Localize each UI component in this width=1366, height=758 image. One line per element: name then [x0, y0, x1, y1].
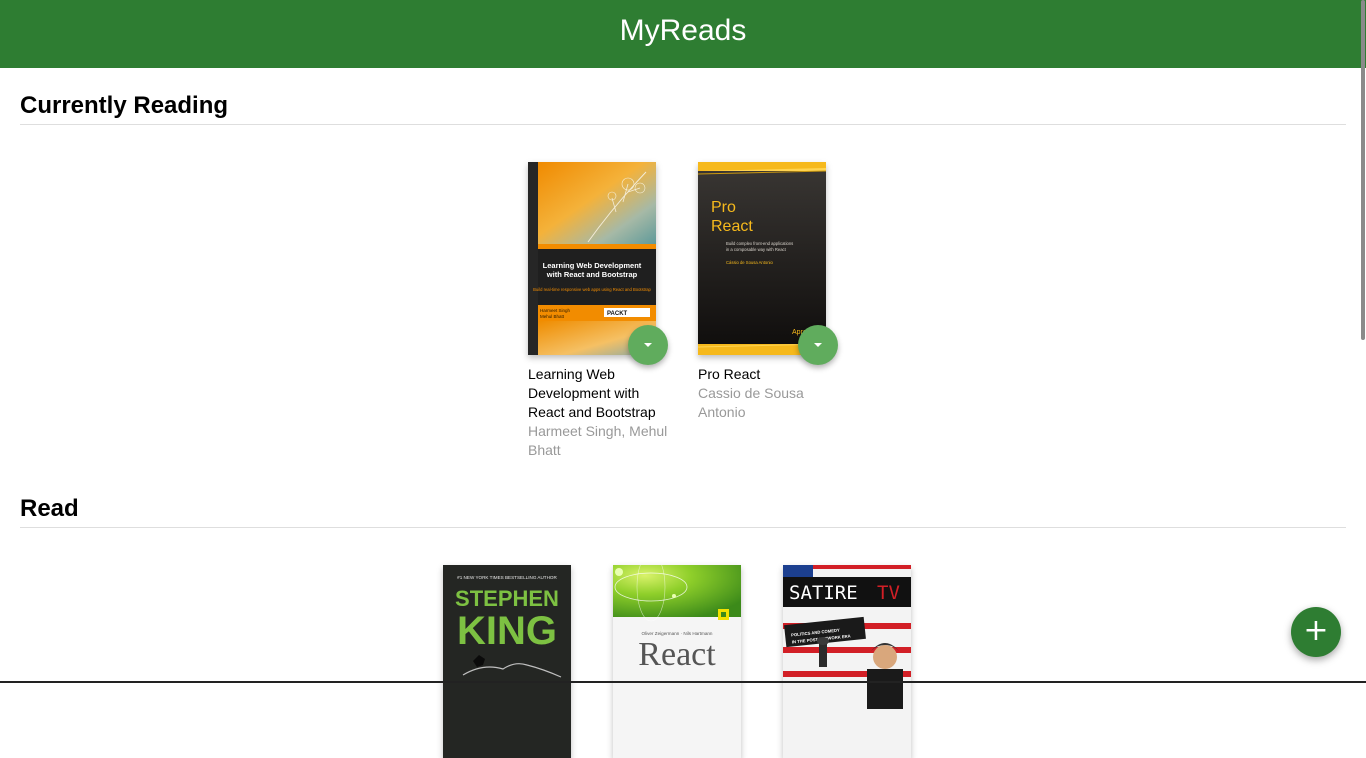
book-title: Pro React [698, 366, 761, 382]
book-cover[interactable]: Learning Web Development with React and … [528, 162, 656, 355]
shelf-changer-button[interactable] [798, 325, 838, 365]
cover-tagline: #1 NEW YORK TIMES BESTSELLING AUTHOR [457, 575, 557, 580]
book-cover[interactable]: SATIRE TV POLITICS AND COMEDY IN THE POS… [783, 565, 911, 758]
shelf-title-currently-reading: Currently Reading [20, 92, 229, 119]
cover-subline: Build real-time responsive web apps usin… [533, 287, 651, 292]
app-header: MyReads [0, 0, 1366, 68]
cover-headline-part1: SATIRE [789, 582, 858, 604]
plus-icon: + [1303, 613, 1329, 648]
book-cover[interactable]: Oliver Zeigermann · Nils Hartmann React [613, 565, 741, 758]
cover-headline-part2: TV [877, 582, 900, 604]
add-book-button[interactable]: + [1291, 607, 1341, 657]
cover-headline-line1: Learning Web Development [543, 261, 642, 270]
book-cover-art: Oliver Zeigermann · Nils Hartmann React [613, 565, 741, 758]
book-pro-react: Pro React Build complex front-end applic… [698, 162, 838, 462]
book-cover-art: Pro React Build complex front-end applic… [698, 162, 826, 355]
cover-author-1: Harmeet Singh [540, 308, 571, 313]
cover-publisher: PACKT [607, 311, 628, 317]
book-authors: Harmeet Singh, Mehul Bhatt [528, 423, 668, 458]
cover-author-2: Mehul Bhatt [540, 314, 565, 319]
page-scrollbar[interactable] [1360, 0, 1366, 683]
book-cover[interactable]: #1 NEW YORK TIMES BESTSELLING AUTHOR STE… [443, 565, 571, 758]
cover-headline: React [638, 636, 716, 673]
book-cover-art: #1 NEW YORK TIMES BESTSELLING AUTHOR STE… [443, 565, 571, 758]
cover-headline-line2: React [711, 218, 753, 235]
cover-headline-line1: Pro [711, 199, 736, 216]
book-satire-tv: SATIRE TV POLITICS AND COMEDY IN THE POS… [783, 565, 923, 758]
shelf-divider [20, 527, 1346, 528]
book-stephen-king: #1 NEW YORK TIMES BESTSELLING AUTHOR STE… [443, 565, 583, 758]
book-learning-web-development: Learning Web Development with React and … [528, 162, 668, 462]
book-cover[interactable]: Pro React Build complex front-end applic… [698, 162, 826, 355]
cover-author-line2: KING [457, 609, 557, 653]
book-cover-art: Learning Web Development with React and … [528, 162, 656, 355]
cover-author: Cássio de Sousa Antonio [726, 260, 773, 265]
shelf-changer-button[interactable] [628, 325, 668, 365]
app-title: MyReads [619, 14, 747, 47]
shelf-title-read: Read [20, 495, 79, 522]
book-cover-art: SATIRE TV POLITICS AND COMEDY IN THE POS… [783, 565, 911, 758]
book-title: Learning Web Development with React and … [528, 366, 656, 420]
cover-subline-2: in a composable way with React [726, 247, 787, 252]
cover-subline-1: Build complex front-end applications [726, 241, 793, 246]
cover-author-line1: STEPHEN [455, 586, 559, 611]
book-react: Oliver Zeigermann · Nils Hartmann React [613, 565, 753, 758]
shelf-divider [20, 124, 1346, 125]
book-authors: Cassio de Sousa Antonio [698, 385, 804, 420]
scrollbar-thumb[interactable] [1361, 0, 1365, 340]
cover-headline-line2: with React and Bootstrap [546, 270, 638, 279]
